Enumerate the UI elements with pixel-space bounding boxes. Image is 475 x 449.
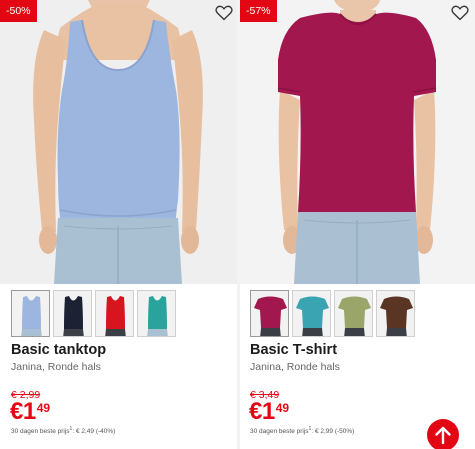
price-main: €1	[10, 398, 36, 425]
price-note: 30 dagen beste prijs1: € 2,99 (-50%)	[250, 426, 354, 435]
color-swatch[interactable]	[334, 290, 373, 337]
price-note-text: 30 dagen beste prijs	[11, 428, 70, 436]
current-price: €149	[10, 398, 50, 426]
color-swatch[interactable]	[95, 290, 134, 337]
back-to-top-button[interactable]	[427, 419, 459, 449]
product-card[interactable]: -50% Basic tanktop Janina, Ronde hals € …	[0, 0, 237, 449]
product-title[interactable]: Basic tanktop	[11, 342, 106, 358]
price-note-value: : € 2,99 (-50%)	[311, 428, 355, 436]
color-swatch[interactable]	[376, 290, 415, 337]
product-image[interactable]	[240, 0, 475, 284]
discount-badge: -57%	[240, 0, 277, 22]
product-grid: -50% Basic tanktop Janina, Ronde hals € …	[0, 0, 475, 449]
product-subtitle: Janina, Ronde hals	[250, 361, 340, 373]
heart-outline-icon[interactable]	[451, 5, 469, 21]
model-tanktop-illustration	[0, 0, 237, 284]
current-price: €149	[249, 398, 289, 426]
color-swatch[interactable]	[292, 290, 331, 337]
arrow-up-icon	[435, 426, 451, 445]
product-image[interactable]	[0, 0, 237, 284]
price-note-value: : € 2,49 (-40%)	[72, 428, 116, 436]
price-cents: 49	[36, 401, 51, 415]
color-swatch[interactable]	[53, 290, 92, 337]
price-cents: 49	[275, 401, 290, 415]
price-note-text: 30 dagen beste prijs	[250, 428, 309, 436]
price-note: 30 dagen beste prijs1: € 2,49 (-40%)	[11, 426, 115, 435]
price-main: €1	[249, 398, 275, 425]
heart-outline-icon[interactable]	[215, 5, 233, 21]
product-subtitle: Janina, Ronde hals	[11, 361, 101, 373]
product-title[interactable]: Basic T-shirt	[250, 342, 337, 358]
color-swatch[interactable]	[137, 290, 176, 337]
model-tshirt-illustration	[240, 0, 475, 284]
color-swatch[interactable]	[11, 290, 50, 337]
product-card[interactable]: -57% Basic T-shirt Janina, Ronde hals € …	[240, 0, 475, 449]
color-swatch[interactable]	[250, 290, 289, 337]
discount-badge: -50%	[0, 0, 37, 22]
